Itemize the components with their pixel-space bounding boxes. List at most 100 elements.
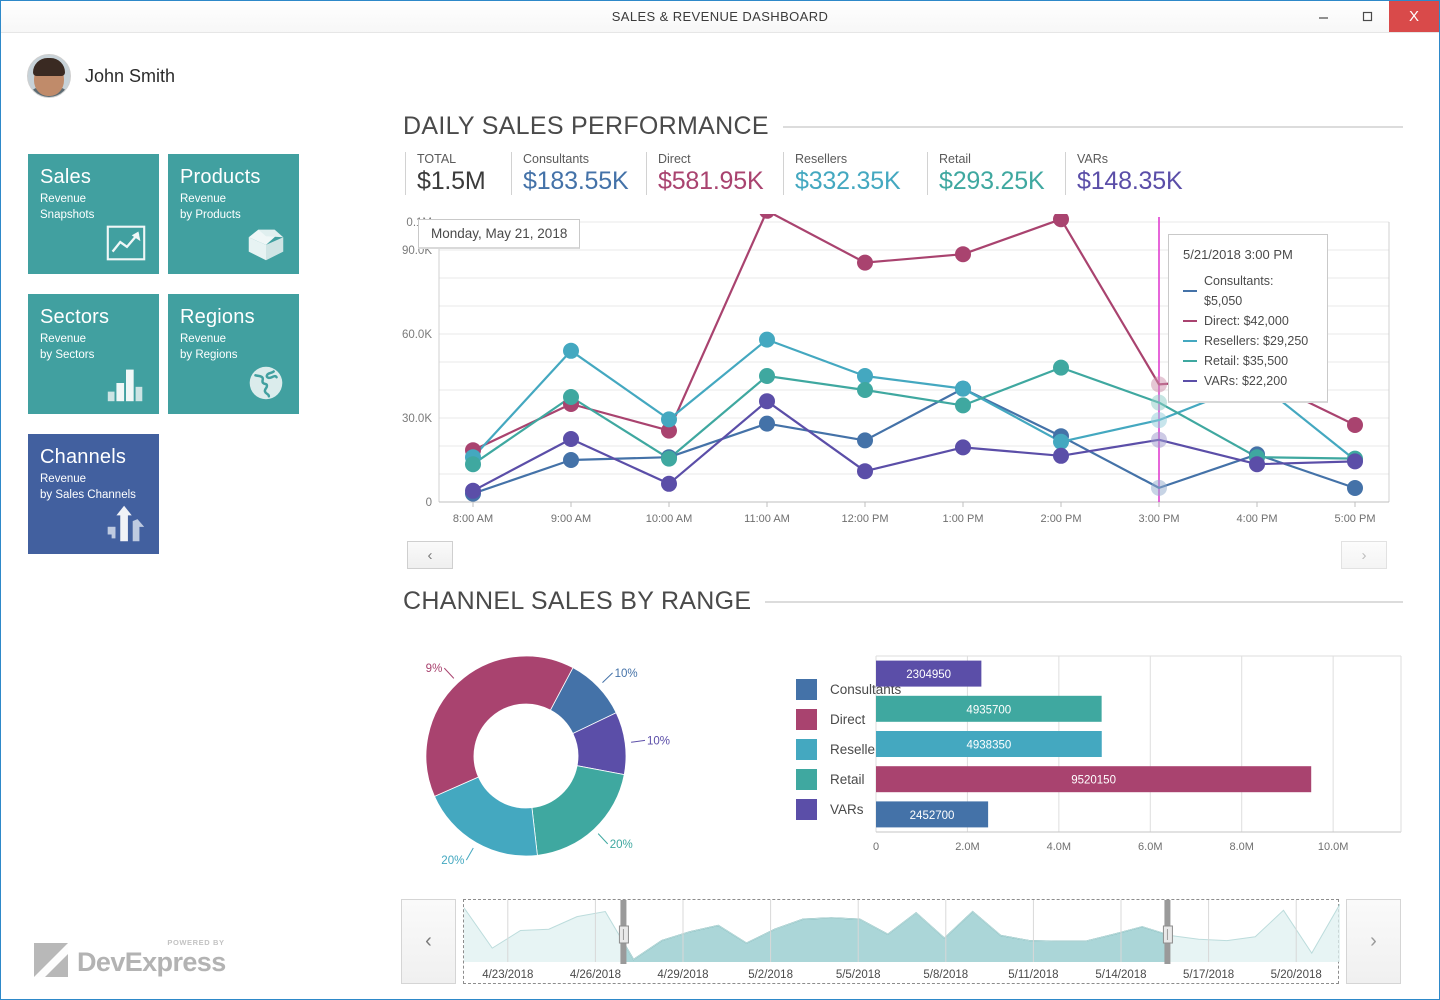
tile-sales[interactable]: Sales Revenue Snapshots: [28, 154, 159, 274]
line-chart-date-tooltip: Monday, May 21, 2018: [418, 219, 580, 249]
legend-swatch-icon: [796, 739, 817, 760]
svg-text:4935700: 4935700: [966, 704, 1011, 716]
window-title: SALES & REVENUE DASHBOARD: [1, 1, 1439, 33]
svg-text:4/26/2018: 4/26/2018: [570, 969, 621, 981]
tile-channels[interactable]: Channels Revenue by Sales Channels: [28, 434, 159, 554]
bar-canvas: 2304950493570049383509520150245270002.0M…: [866, 652, 1411, 867]
svg-text:5/8/2018: 5/8/2018: [923, 969, 968, 981]
tooltip-row: Consultants: $5,050: [1183, 271, 1313, 311]
line-chart-next-button[interactable]: ›: [1341, 541, 1387, 569]
kpi-value: $581.95K: [658, 167, 783, 195]
svg-text:20%: 20%: [441, 855, 464, 867]
svg-text:4:00 PM: 4:00 PM: [1237, 513, 1278, 525]
tooltip-row-label: VARs: $22,200: [1204, 371, 1287, 391]
avatar: [27, 54, 71, 98]
range-selector-body[interactable]: 4/23/20184/26/20184/29/20185/2/20185/5/2…: [463, 899, 1339, 984]
tile-subtitle-1: Revenue: [40, 191, 147, 207]
svg-text:2.0M: 2.0M: [955, 841, 979, 853]
legend-swatch-icon: [796, 679, 817, 700]
section-title: CHANNEL SALES BY RANGE: [403, 587, 751, 616]
svg-text:0: 0: [426, 497, 432, 509]
tile-subtitle-1: Revenue: [40, 331, 147, 347]
kpi-retail: Retail $293.25K: [927, 152, 1065, 195]
daily-sales-line-chart[interactable]: 030.0K60.0K90.0K0.1M8:00 AM9:00 AM10:00 …: [401, 214, 1401, 534]
kpi-total: TOTAL $1.5M: [405, 152, 511, 195]
range-next-button[interactable]: ›: [1346, 899, 1401, 984]
kpi-label: Consultants: [523, 152, 646, 167]
svg-text:20%: 20%: [610, 839, 633, 851]
minimize-button[interactable]: [1301, 1, 1345, 32]
svg-text:6.0M: 6.0M: [1138, 841, 1162, 853]
kpi-label: Retail: [939, 152, 1065, 167]
tile-title: Regions: [180, 306, 287, 328]
user-name: John Smith: [85, 66, 175, 87]
svg-text:3:00 PM: 3:00 PM: [1139, 513, 1180, 525]
kpi-label: VARs: [1077, 152, 1195, 167]
section-header-channel: CHANNEL SALES BY RANGE: [403, 587, 1403, 616]
channel-bar-chart[interactable]: 2304950493570049383509520150245270002.0M…: [866, 652, 1411, 867]
svg-text:5/11/2018: 5/11/2018: [1008, 969, 1058, 981]
tile-subtitle-1: Revenue: [180, 331, 287, 347]
svg-text:4.0M: 4.0M: [1047, 841, 1071, 853]
legend-label: VARs: [830, 802, 864, 817]
tooltip-dash-icon: [1183, 340, 1197, 342]
kpi-label: TOTAL: [417, 152, 511, 167]
kpi-value: $1.5M: [417, 167, 511, 195]
tooltip-dash-icon: [1183, 290, 1197, 292]
tooltip-row: Direct: $42,000: [1183, 311, 1313, 331]
tile-sectors[interactable]: Sectors Revenue by Sectors: [28, 294, 159, 414]
tooltip-dash-icon: [1183, 380, 1197, 382]
maximize-button[interactable]: [1345, 1, 1389, 32]
tooltip-title: 5/21/2018 3:00 PM: [1183, 247, 1313, 262]
svg-text:12:00 PM: 12:00 PM: [841, 513, 888, 525]
range-prev-button[interactable]: ‹: [401, 899, 456, 984]
tile-regions[interactable]: Regions Revenue by Regions: [168, 294, 299, 414]
kpi-value: $183.55K: [523, 167, 646, 195]
svg-text:60.0K: 60.0K: [402, 329, 432, 341]
svg-text:39%: 39%: [426, 663, 442, 675]
donut-canvas: 10%39%20%20%10%: [426, 634, 786, 879]
svg-text:5/20/2018: 5/20/2018: [1271, 969, 1322, 981]
line-chart-prev-button[interactable]: ‹: [407, 541, 453, 569]
tooltip-row: Resellers: $29,250: [1183, 331, 1313, 351]
app-window: SALES & REVENUE DASHBOARD X John Smith: [0, 0, 1440, 1000]
legend-label: Retail: [830, 772, 865, 787]
section-rule: [765, 601, 1403, 603]
box-icon: [243, 220, 289, 266]
devexpress-logo: POWERED BY DevExpress: [34, 943, 226, 977]
logo-mark-icon: [34, 943, 68, 977]
svg-text:0: 0: [873, 841, 879, 853]
tile-subtitle-1: Revenue: [180, 191, 287, 207]
section-title: DAILY SALES PERFORMANCE: [403, 112, 769, 141]
svg-text:5/5/2018: 5/5/2018: [836, 969, 881, 981]
close-button[interactable]: X: [1389, 1, 1439, 32]
svg-text:10.0M: 10.0M: [1318, 841, 1349, 853]
tile-products[interactable]: Products Revenue by Products: [168, 154, 299, 274]
arrows-icon: [103, 500, 149, 546]
kpi-resellers: Resellers $332.35K: [783, 152, 927, 195]
kpi-label: Resellers: [795, 152, 927, 167]
svg-text:9520150: 9520150: [1071, 775, 1116, 787]
kpi-vars: VARs $148.35K: [1065, 152, 1195, 195]
channel-sales-panel: 10%39%20%20%10% Consultants Direct Resel…: [401, 634, 1411, 879]
channel-donut-chart[interactable]: 10%39%20%20%10%: [426, 634, 786, 879]
legend-label: Direct: [830, 712, 865, 727]
tooltip-row: VARs: $22,200: [1183, 371, 1313, 391]
range-selector[interactable]: ‹ 4/23/20184/26/20184/29/20185/2/20185/5…: [401, 899, 1401, 984]
svg-text:2304950: 2304950: [906, 669, 951, 681]
svg-text:2452700: 2452700: [910, 810, 955, 822]
kpi-value: $293.25K: [939, 167, 1065, 195]
tooltip-dash-icon: [1183, 360, 1197, 362]
tile-title: Products: [180, 166, 287, 188]
tile-title: Channels: [40, 446, 147, 468]
line-chart-series-tooltip: 5/21/2018 3:00 PM Consultants: $5,050 Di…: [1168, 234, 1328, 403]
svg-text:30.0K: 30.0K: [402, 413, 432, 425]
tooltip-row-label: Retail: $35,500: [1204, 351, 1288, 371]
tile-title: Sales: [40, 166, 147, 188]
tooltip-row-label: Direct: $42,000: [1204, 311, 1289, 331]
globe-icon: [243, 360, 289, 406]
svg-text:5/14/2018: 5/14/2018: [1095, 969, 1146, 981]
kpi-value: $148.35K: [1077, 167, 1195, 195]
svg-text:8.0M: 8.0M: [1229, 841, 1253, 853]
tooltip-row-label: Consultants: $5,050: [1204, 271, 1313, 311]
